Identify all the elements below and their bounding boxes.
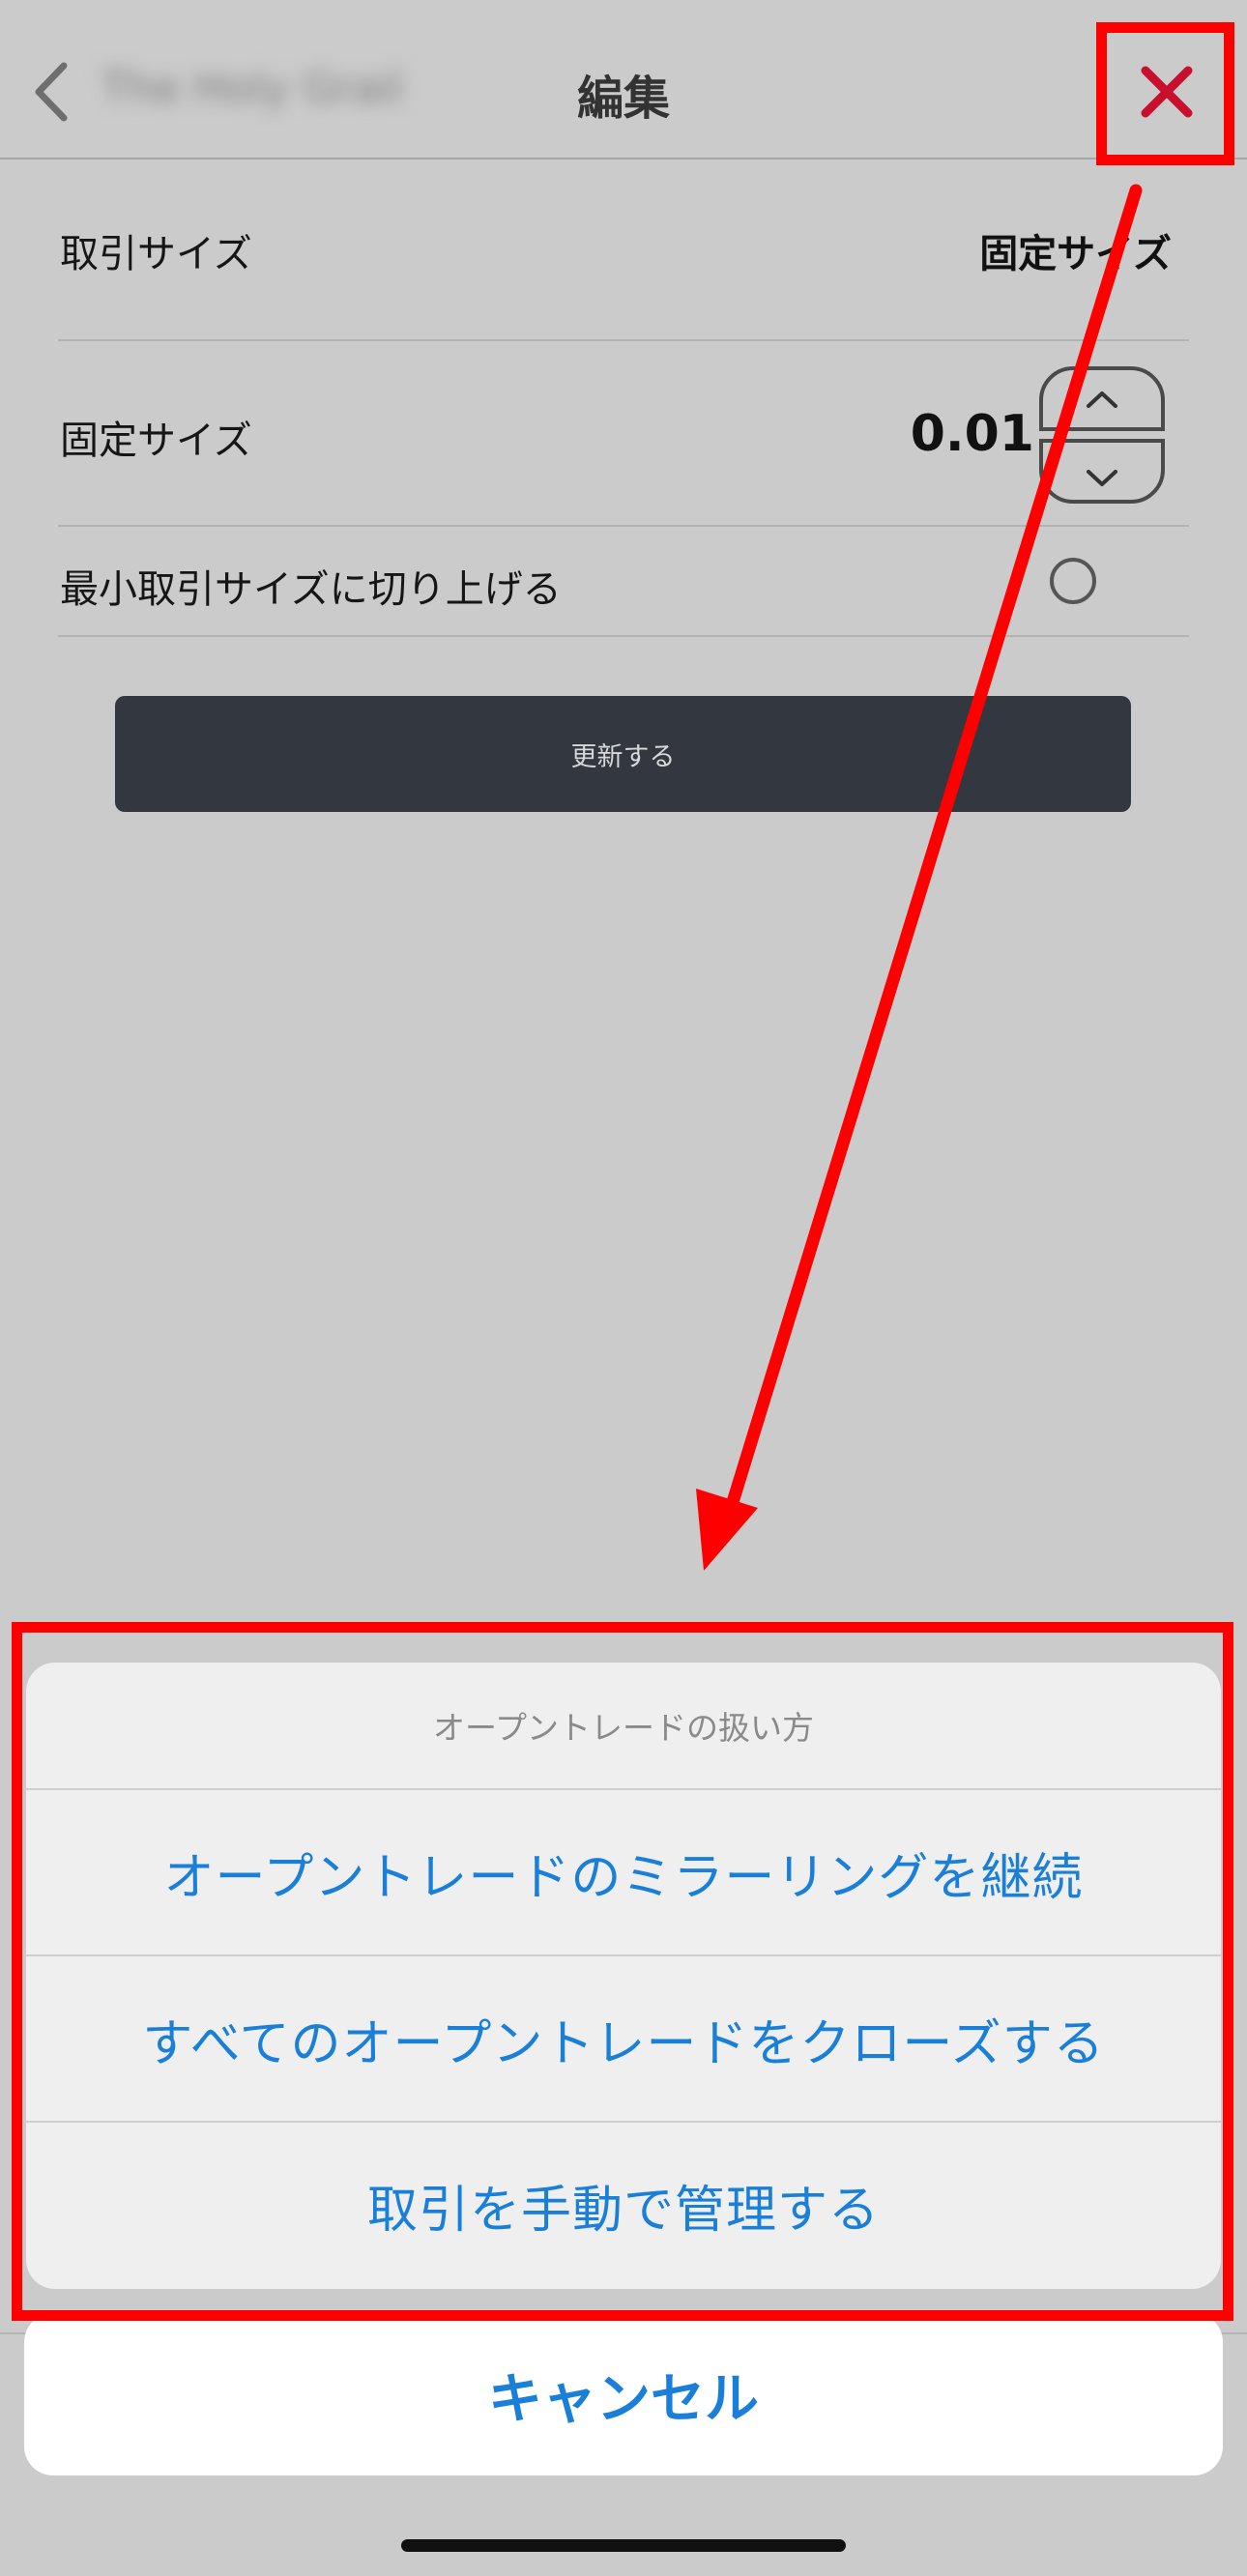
cancel-button[interactable]: キャンセル: [24, 2313, 1223, 2475]
annotation-highlight-close: [1096, 22, 1234, 165]
chevron-up-icon: [1087, 391, 1117, 408]
fixed-size-value[interactable]: 0.01: [911, 405, 1034, 463]
decrement-button[interactable]: [1039, 437, 1165, 507]
trade-size-label: 取引サイズ: [60, 232, 252, 276]
fixed-size-label: 固定サイズ: [60, 419, 252, 463]
home-indicator[interactable]: [401, 2539, 846, 2552]
trade-size-value: 固定サイズ: [979, 232, 1172, 276]
fixed-size-row: 固定サイズ 0.01: [58, 341, 1189, 527]
round-up-radio[interactable]: [1050, 558, 1096, 604]
annotation-highlight-sheet: [12, 1622, 1233, 2321]
round-up-row[interactable]: 最小取引サイズに切り上げる: [58, 527, 1189, 637]
update-button[interactable]: 更新する: [115, 696, 1131, 812]
trade-size-row[interactable]: 取引サイズ 固定サイズ: [58, 179, 1189, 341]
round-up-label: 最小取引サイズに切り上げる: [60, 567, 562, 612]
nav-header: The Holy Grail 編集: [0, 0, 1247, 159]
size-stepper: [1030, 360, 1174, 510]
chevron-down-icon: [1087, 470, 1117, 486]
page-title: 編集: [576, 72, 670, 126]
increment-button[interactable]: [1039, 362, 1165, 431]
